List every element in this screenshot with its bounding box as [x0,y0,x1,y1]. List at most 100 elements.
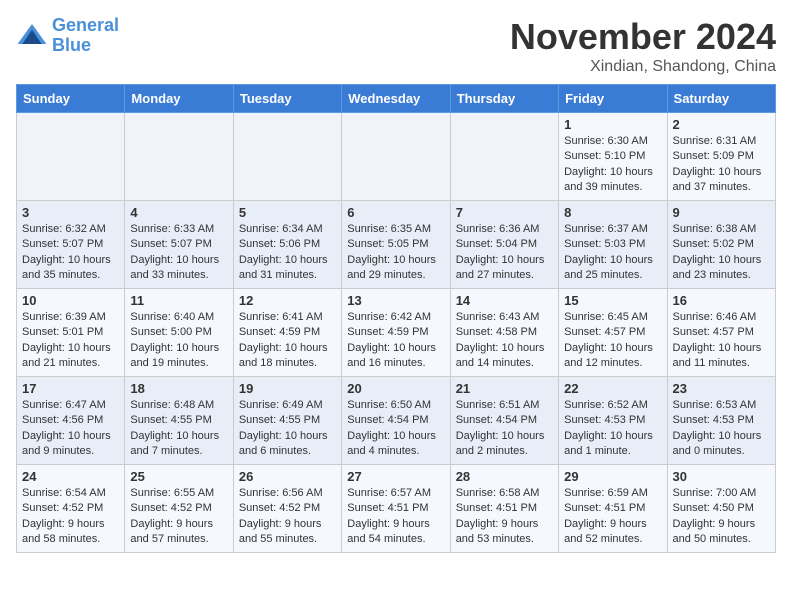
calendar-cell: 18Sunrise: 6:48 AM Sunset: 4:55 PM Dayli… [125,377,233,465]
day-number: 16 [673,293,770,308]
logo-line1: General [52,15,119,35]
week-row-3: 10 Sunrise: 6:39 AM Sunset: 5:01 PM Dayli… [17,289,776,377]
day-number: 21 [456,381,553,396]
logo-icon [16,20,48,52]
day-number: 6 [347,205,444,220]
header-cell-sunday: Sunday [17,85,125,113]
calendar-cell: 5Sunrise: 6:34 AM Sunset: 5:06 PM Daylig… [233,201,341,289]
day-number: 10 [22,293,119,308]
day-number: 2 [673,117,770,132]
day-info: Sunrise: 6:55 AM Sunset: 4:52 PM Dayligh… [130,486,227,548]
logo-line2: Blue [52,35,91,55]
day-info: Sunrise: 6:42 AM Sunset: 4:59 PM Dayligh… [347,310,444,372]
location-subtitle: Xindian, Shandong, China [510,58,776,76]
calendar-cell: 1 Sunrise: 6:30 AM Sunset: 5:10 PM Daylig… [559,113,667,201]
calendar-cell: 7Sunrise: 6:36 AM Sunset: 5:04 PM Daylig… [450,201,558,289]
day-info: Sunrise: 6:45 AM Sunset: 4:57 PM Dayligh… [564,310,661,372]
header-cell-monday: Monday [125,85,233,113]
week-row-4: 17 Sunrise: 6:47 AM Sunset: 4:56 PM Dayli… [17,377,776,465]
day-number: 8 [564,205,661,220]
calendar-cell: 2Sunrise: 6:31 AM Sunset: 5:09 PM Daylig… [667,113,775,201]
day-info: Sunrise: 6:37 AM Sunset: 5:03 PM Dayligh… [564,222,661,284]
day-info: Sunrise: 6:49 AM Sunset: 4:55 PM Dayligh… [239,398,336,460]
calendar-cell: 11Sunrise: 6:40 AM Sunset: 5:00 PM Dayli… [125,289,233,377]
calendar-cell: 4 Sunrise: 6:33 AM Sunset: 5:07 PM Daylig… [125,201,233,289]
month-title: November 2024 [510,16,776,58]
calendar-cell: 20Sunrise: 6:50 AM Sunset: 4:54 PM Dayli… [342,377,450,465]
header-cell-thursday: Thursday [450,85,558,113]
header-cell-friday: Friday [559,85,667,113]
day-number: 5 [239,205,336,220]
calendar-cell [342,113,450,201]
calendar-cell [125,113,233,201]
calendar-cell: 13 Sunrise: 6:42 AM Sunset: 4:59 PM Dayli… [342,289,450,377]
day-info: Sunrise: 6:39 AM Sunset: 5:01 PM Dayligh… [22,310,119,372]
day-number: 26 [239,469,336,484]
header-row: SundayMondayTuesdayWednesdayThursdayFrid… [17,85,776,113]
day-info: Sunrise: 6:53 AM Sunset: 4:53 PM Dayligh… [673,398,770,460]
day-info: Sunrise: 6:46 AM Sunset: 4:57 PM Dayligh… [673,310,770,372]
calendar-cell: 12 Sunrise: 6:41 AM Sunset: 4:59 PM Dayli… [233,289,341,377]
calendar-cell: 8 Sunrise: 6:37 AM Sunset: 5:03 PM Daylig… [559,201,667,289]
day-number: 22 [564,381,661,396]
calendar-cell: 23 Sunrise: 6:53 AM Sunset: 4:53 PM Dayli… [667,377,775,465]
calendar-cell [17,113,125,201]
calendar-cell: 26 Sunrise: 6:56 AM Sunset: 4:52 PM Dayli… [233,465,341,553]
day-info: Sunrise: 6:40 AM Sunset: 5:00 PM Dayligh… [130,310,227,372]
day-info: Sunrise: 6:54 AM Sunset: 4:52 PM Dayligh… [22,486,119,548]
day-info: Sunrise: 6:41 AM Sunset: 4:59 PM Dayligh… [239,310,336,372]
day-number: 1 [564,117,661,132]
calendar-body: 1 Sunrise: 6:30 AM Sunset: 5:10 PM Daylig… [17,113,776,553]
day-info: Sunrise: 6:38 AM Sunset: 5:02 PM Dayligh… [673,222,770,284]
day-number: 23 [673,381,770,396]
header-cell-saturday: Saturday [667,85,775,113]
calendar-cell: 24Sunrise: 6:54 AM Sunset: 4:52 PM Dayli… [17,465,125,553]
calendar-cell: 10 Sunrise: 6:39 AM Sunset: 5:01 PM Dayli… [17,289,125,377]
calendar-cell [233,113,341,201]
calendar-cell: 21Sunrise: 6:51 AM Sunset: 4:54 PM Dayli… [450,377,558,465]
calendar-cell: 22Sunrise: 6:52 AM Sunset: 4:53 PM Dayli… [559,377,667,465]
calendar-cell: 3Sunrise: 6:32 AM Sunset: 5:07 PM Daylig… [17,201,125,289]
day-info: Sunrise: 6:47 AM Sunset: 4:56 PM Dayligh… [22,398,119,460]
title-area: November 2024 Xindian, Shandong, China [510,16,776,76]
calendar-cell: 28 Sunrise: 6:58 AM Sunset: 4:51 PM Dayli… [450,465,558,553]
calendar-cell: 16 Sunrise: 6:46 AM Sunset: 4:57 PM Dayli… [667,289,775,377]
day-number: 30 [673,469,770,484]
calendar-cell: 6Sunrise: 6:35 AM Sunset: 5:05 PM Daylig… [342,201,450,289]
day-info: Sunrise: 6:56 AM Sunset: 4:52 PM Dayligh… [239,486,336,548]
calendar-cell: 9 Sunrise: 6:38 AM Sunset: 5:02 PM Daylig… [667,201,775,289]
calendar-header: SundayMondayTuesdayWednesdayThursdayFrid… [17,85,776,113]
week-row-1: 1 Sunrise: 6:30 AM Sunset: 5:10 PM Daylig… [17,113,776,201]
day-number: 28 [456,469,553,484]
day-info: Sunrise: 6:32 AM Sunset: 5:07 PM Dayligh… [22,222,119,284]
calendar-cell: 14Sunrise: 6:43 AM Sunset: 4:58 PM Dayli… [450,289,558,377]
day-number: 20 [347,381,444,396]
day-number: 17 [22,381,119,396]
calendar-cell: 17 Sunrise: 6:47 AM Sunset: 4:56 PM Dayli… [17,377,125,465]
day-number: 29 [564,469,661,484]
day-number: 12 [239,293,336,308]
day-info: Sunrise: 6:58 AM Sunset: 4:51 PM Dayligh… [456,486,553,548]
calendar-table: SundayMondayTuesdayWednesdayThursdayFrid… [16,84,776,553]
calendar-cell: 30 Sunrise: 7:00 AM Sunset: 4:50 PM Dayli… [667,465,775,553]
day-info: Sunrise: 6:30 AM Sunset: 5:10 PM Dayligh… [564,134,661,196]
calendar-cell: 19 Sunrise: 6:49 AM Sunset: 4:55 PM Dayli… [233,377,341,465]
calendar-cell: 27Sunrise: 6:57 AM Sunset: 4:51 PM Dayli… [342,465,450,553]
day-number: 15 [564,293,661,308]
calendar-cell [450,113,558,201]
calendar-cell: 29Sunrise: 6:59 AM Sunset: 4:51 PM Dayli… [559,465,667,553]
day-number: 9 [673,205,770,220]
day-number: 27 [347,469,444,484]
calendar-cell: 15 Sunrise: 6:45 AM Sunset: 4:57 PM Dayli… [559,289,667,377]
day-number: 4 [130,205,227,220]
header: General Blue November 2024 Xindian, Shan… [16,16,776,76]
day-number: 19 [239,381,336,396]
day-number: 13 [347,293,444,308]
day-info: Sunrise: 6:43 AM Sunset: 4:58 PM Dayligh… [456,310,553,372]
day-info: Sunrise: 7:00 AM Sunset: 4:50 PM Dayligh… [673,486,770,548]
day-number: 18 [130,381,227,396]
day-number: 25 [130,469,227,484]
day-info: Sunrise: 6:33 AM Sunset: 5:07 PM Dayligh… [130,222,227,284]
week-row-2: 3Sunrise: 6:32 AM Sunset: 5:07 PM Daylig… [17,201,776,289]
day-number: 7 [456,205,553,220]
